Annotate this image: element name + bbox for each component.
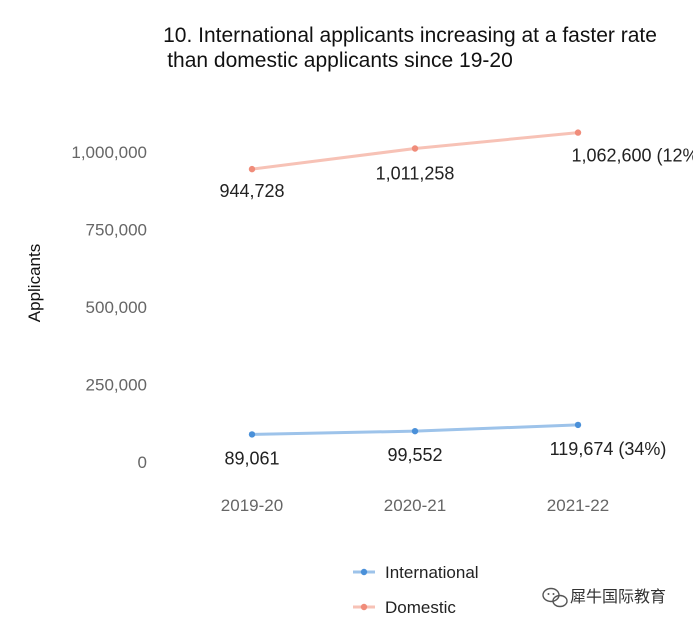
- data-label: 1,062,600 (12%): [571, 146, 693, 166]
- legend-swatch-marker: [360, 568, 368, 576]
- legend-item-international: International: [353, 563, 479, 582]
- series-international: 89,061 99,552 119,674 (34%): [224, 421, 667, 468]
- data-label: 89,061: [224, 448, 279, 468]
- data-label: 944,728: [219, 181, 284, 201]
- data-label: 1,011,258: [376, 164, 455, 184]
- series-layer: 89,061 99,552 119,674 (34%) 944,728 1,011,25…: [219, 129, 693, 468]
- wechat-icon: [542, 587, 568, 608]
- line-chart: 10. International applicants increasing …: [25, 24, 693, 617]
- legend: International Domestic: [353, 563, 479, 617]
- legend-swatch-marker: [360, 603, 368, 611]
- y-tick-label: 1,000,000: [71, 143, 147, 162]
- data-point: [411, 427, 419, 435]
- chart-title-line-2: than domestic applicants since 19-20: [167, 49, 513, 72]
- x-tick-label: 2021-22: [547, 496, 609, 515]
- watermark-text: 犀牛国际教育: [570, 587, 666, 606]
- chart-title-line-1: 10. International applicants increasing …: [163, 24, 657, 47]
- y-tick-label: 250,000: [86, 376, 147, 395]
- x-tick-label: 2019-20: [221, 496, 283, 515]
- y-axis-ticks: 0 250,000 500,000 750,000 1,000,000: [71, 143, 147, 472]
- data-label: 99,552: [387, 445, 442, 465]
- data-point: [248, 165, 256, 173]
- x-axis-ticks: 2019-20 2020-21 2021-22: [221, 496, 609, 515]
- y-axis-title: Applicants: [25, 244, 44, 322]
- y-tick-label: 500,000: [86, 298, 147, 317]
- data-point: [574, 421, 582, 429]
- data-point: [574, 129, 582, 136]
- legend-label: International: [385, 563, 479, 582]
- data-point: [248, 431, 256, 438]
- y-tick-label: 750,000: [86, 221, 147, 240]
- chart-title: 10. International applicants increasing …: [163, 24, 657, 72]
- data-point: [411, 145, 419, 152]
- data-label: 119,674 (34%): [550, 439, 667, 459]
- legend-label: Domestic: [385, 598, 456, 617]
- series-domestic: 944,728 1,011,258 1,062,600 (12%): [219, 129, 693, 201]
- watermark: 犀牛国际教育: [542, 587, 666, 608]
- y-tick-label: 0: [138, 453, 147, 472]
- legend-item-domestic: Domestic: [353, 598, 456, 617]
- x-tick-label: 2020-21: [384, 496, 446, 515]
